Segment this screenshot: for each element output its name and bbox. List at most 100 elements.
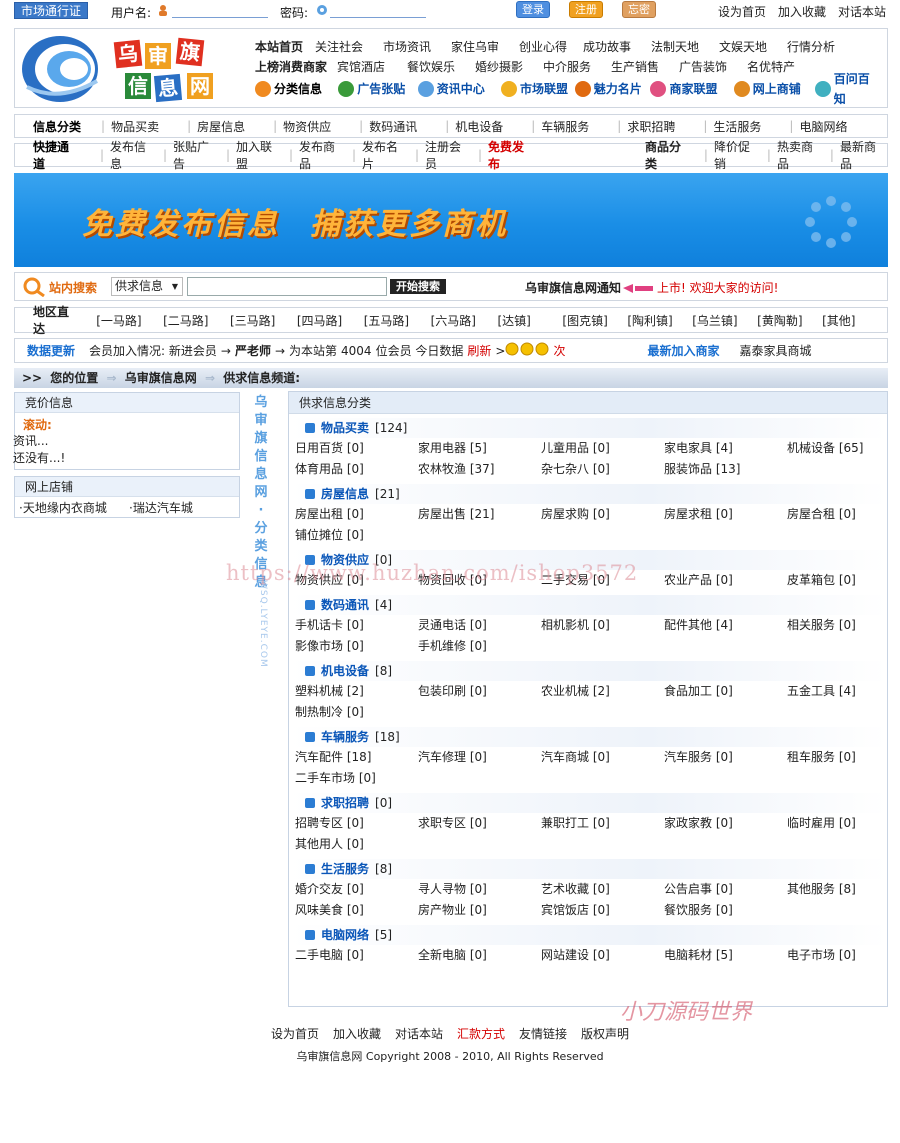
shop-link[interactable]: ·瑞达汽车城 (129, 499, 193, 516)
info-category-link[interactable]: 生活服务 (713, 118, 783, 135)
region-link[interactable]: [三马路] (230, 312, 297, 329)
notice-text[interactable]: 上市! 欢迎大家的访问! (657, 279, 778, 296)
subcategory-link[interactable]: 二手电脑 [0] (295, 945, 418, 966)
subcategory-link[interactable]: 相机影机 [0] (541, 615, 664, 636)
subcategory-link[interactable]: 农业产品 [0] (664, 570, 787, 591)
subcategory-link[interactable]: 房屋合租 [0] (787, 504, 897, 525)
subcategory-link[interactable]: 手机维修 [0] (418, 636, 541, 657)
goods-link[interactable]: 热卖商品 (777, 138, 824, 172)
subcategory-link[interactable]: 房屋求租 [0] (664, 504, 787, 525)
subcategory-link[interactable]: 宾馆饭店 [0] (541, 900, 664, 921)
nav-link[interactable]: 行情分析 (787, 37, 847, 57)
subcategory-link[interactable]: 网站建设 [0] (541, 945, 664, 966)
subcategory-link[interactable]: 体育用品 [0] (295, 459, 418, 480)
nav-link[interactable]: 婚纱摄影 (475, 57, 543, 77)
subcategory-link[interactable]: 食品加工 [0] (664, 681, 787, 702)
nav-link[interactable]: 广告装饰 (679, 57, 747, 77)
shop-link[interactable]: ·天地缘内衣商城 (19, 499, 129, 516)
channel-link[interactable]: 市场联盟 (500, 79, 569, 99)
set-homepage-link[interactable]: 设为首页 (718, 5, 766, 19)
region-link[interactable]: [四马路] (297, 312, 364, 329)
channel-link[interactable]: 分类信息 (255, 79, 332, 99)
quick-link[interactable]: 加入联盟 (236, 138, 283, 172)
subcategory-link[interactable]: 寻人寻物 [0] (418, 879, 541, 900)
info-category-link[interactable]: 物资供应 (283, 118, 353, 135)
category-name[interactable]: 数码通讯 (321, 598, 369, 612)
nav-link[interactable]: 上榜消费商家 (255, 57, 337, 77)
footer-link[interactable]: 版权声明 (581, 1027, 629, 1041)
breadcrumb-site[interactable]: 乌审旗信息网 (125, 371, 197, 385)
category-name[interactable]: 房屋信息 (321, 487, 369, 501)
subcategory-link[interactable]: 临时雇用 [0] (787, 813, 897, 834)
nav-link[interactable]: 餐饮娱乐 (407, 57, 475, 77)
info-category-link[interactable]: 房屋信息 (197, 118, 267, 135)
username-input[interactable] (172, 4, 268, 18)
subcategory-link[interactable]: 艺术收藏 [0] (541, 879, 664, 900)
search-button[interactable]: 开始搜索 (390, 279, 446, 294)
subcategory-link[interactable]: 电子市场 [0] (787, 945, 897, 966)
category-name[interactable]: 机电设备 (321, 664, 369, 678)
subcategory-link[interactable]: 家用电器 [5] (418, 438, 541, 459)
contact-site-link[interactable]: 对话本站 (838, 5, 886, 19)
channel-link[interactable]: 魅力名片 (574, 79, 645, 99)
quick-link[interactable]: 发布名片 (362, 138, 409, 172)
nav-link[interactable]: 宾馆酒店 (337, 57, 407, 77)
nav-link[interactable]: 创业心得 (519, 37, 583, 57)
subcategory-link[interactable]: 汽车服务 [0] (664, 747, 787, 768)
nav-link[interactable]: 名优特产 (747, 57, 807, 77)
subcategory-link[interactable]: 日用百货 [0] (295, 438, 418, 459)
subcategory-link[interactable]: 电脑耗材 [5] (664, 945, 787, 966)
channel-link[interactable]: 网上商铺 (733, 79, 809, 99)
subcategory-link[interactable]: 其他服务 [8] (787, 879, 897, 900)
category-name[interactable]: 生活服务 (321, 862, 369, 876)
subcategory-link[interactable]: 服装饰品 [13] (664, 459, 787, 480)
subcategory-link[interactable]: 其他用人 [0] (295, 834, 418, 855)
info-category-link[interactable]: 车辆服务 (541, 118, 611, 135)
subcategory-link[interactable]: 租车服务 [0] (787, 747, 897, 768)
category-name[interactable]: 求职招聘 (321, 796, 369, 810)
goods-link[interactable]: 最新商品 (840, 138, 887, 172)
footer-link[interactable]: 对话本站 (395, 1027, 443, 1041)
category-name[interactable]: 车辆服务 (321, 730, 369, 744)
banner[interactable]: 免费发布信息 捕获更多商机 (14, 173, 888, 267)
info-category-link[interactable]: 数码通讯 (369, 118, 439, 135)
region-link[interactable]: [其他] (822, 312, 887, 329)
nav-link[interactable]: 生产销售 (611, 57, 679, 77)
nav-link[interactable]: 市场资讯 (383, 37, 451, 57)
footer-link[interactable]: 加入收藏 (333, 1027, 381, 1041)
channel-link[interactable]: 商家联盟 (650, 79, 727, 99)
channel-link[interactable]: 百问百知 (815, 72, 881, 106)
subcategory-link[interactable]: 房屋求购 [0] (541, 504, 664, 525)
footer-link[interactable]: 设为首页 (271, 1027, 319, 1041)
channel-link[interactable]: 资讯中心 (417, 79, 495, 99)
subcategory-link[interactable]: 餐饮服务 [0] (664, 900, 787, 921)
subcategory-link[interactable]: 包装印刷 [0] (418, 681, 541, 702)
nav-link[interactable]: 中介服务 (543, 57, 611, 77)
subcategory-link[interactable]: 农林牧渔 [37] (418, 459, 541, 480)
nav-link[interactable]: 关注社会 (315, 37, 383, 57)
quick-link[interactable]: 张贴广告 (173, 138, 220, 172)
subcategory-link[interactable]: 求职专区 [0] (418, 813, 541, 834)
subcategory-link[interactable]: 二手车市场 [0] (295, 768, 418, 789)
search-input[interactable] (187, 277, 387, 296)
footer-link[interactable]: 友情链接 (519, 1027, 567, 1041)
nav-link[interactable]: 家住乌审 (451, 37, 519, 57)
goods-link[interactable]: 降价促销 (714, 138, 761, 172)
quick-link[interactable]: 发布信息 (110, 138, 157, 172)
info-category-link[interactable]: 电脑网络 (799, 118, 869, 135)
region-link[interactable]: [五马路] (364, 312, 431, 329)
subcategory-link[interactable]: 公告启事 [0] (664, 879, 787, 900)
region-link[interactable]: [一马路] (96, 312, 163, 329)
quick-link[interactable]: 注册会员 (425, 138, 472, 172)
footer-link[interactable]: 汇款方式 (457, 1027, 505, 1041)
nav-link[interactable]: 文娱天地 (719, 37, 787, 57)
subcategory-link[interactable]: 房屋出售 [21] (418, 504, 541, 525)
category-name[interactable]: 电脑网络 (321, 928, 369, 942)
subcategory-link[interactable]: 全新电脑 [0] (418, 945, 541, 966)
add-favorite-link[interactable]: 加入收藏 (778, 5, 826, 19)
search-type-select[interactable]: 供求信息 ▼ (111, 277, 183, 296)
info-category-link[interactable]: 求职招聘 (627, 118, 697, 135)
nav-link[interactable]: 成功故事 (583, 37, 651, 57)
region-link[interactable]: [乌兰镇] (692, 312, 757, 329)
subcategory-link[interactable]: 汽车商城 [0] (541, 747, 664, 768)
